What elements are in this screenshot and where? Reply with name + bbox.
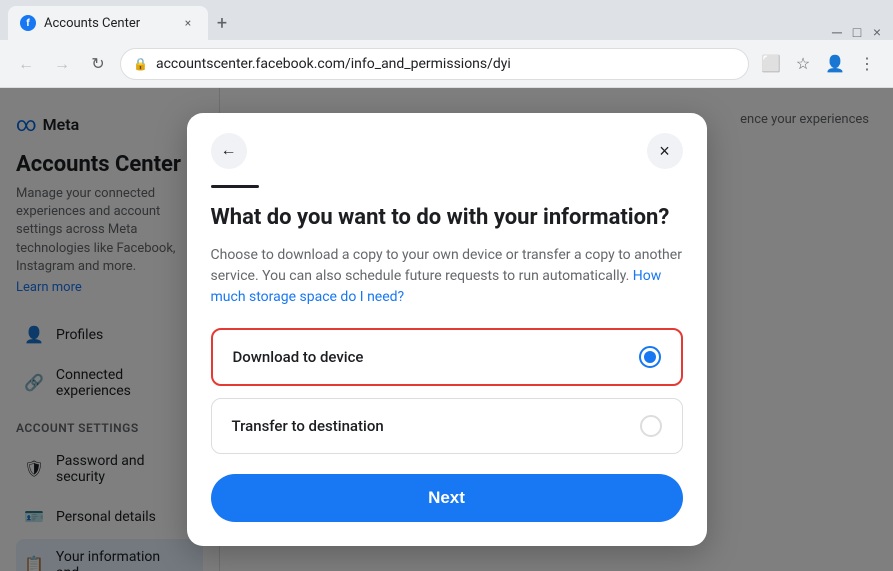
download-radio[interactable] [639, 346, 661, 368]
bookmark-button[interactable]: ☆ [789, 50, 817, 78]
tab-favicon: f [20, 15, 36, 31]
maximize-button[interactable]: □ [849, 24, 865, 40]
minimize-button[interactable]: ─ [829, 24, 845, 40]
refresh-button[interactable]: ↻ [84, 50, 112, 78]
forward-button[interactable]: → [48, 50, 76, 78]
tab-close-button[interactable]: × [180, 15, 196, 31]
transfer-label: Transfer to destination [232, 417, 384, 435]
active-tab[interactable]: f Accounts Center × [8, 6, 208, 40]
address-text: accountscenter.facebook.com/info_and_per… [156, 56, 736, 72]
tab-title: Accounts Center [44, 16, 172, 31]
modal-overlay[interactable]: ← × What do you want to do with your inf… [0, 88, 893, 571]
toolbar-actions: ⬜ ☆ 👤 ⋮ [757, 50, 881, 78]
new-tab-button[interactable]: + [208, 9, 236, 37]
modal-header: ← × [187, 113, 707, 169]
transfer-option[interactable]: Transfer to destination [211, 398, 683, 454]
modal-title: What do you want to do with your informa… [211, 204, 683, 233]
window-controls: ─ □ × [829, 24, 885, 40]
next-button[interactable]: Next [211, 474, 683, 522]
profile-button[interactable]: 👤 [821, 50, 849, 78]
menu-button[interactable]: ⋮ [853, 50, 881, 78]
modal-close-button[interactable]: × [647, 133, 683, 169]
tab-bar: f Accounts Center × + ─ □ × [0, 0, 893, 40]
transfer-radio[interactable] [640, 415, 662, 437]
modal-body: What do you want to do with your informa… [187, 169, 707, 546]
modal-back-button[interactable]: ← [211, 133, 247, 169]
lock-icon: 🔒 [133, 57, 148, 71]
modal-description: Choose to download a copy to your own de… [211, 245, 683, 308]
cast-button[interactable]: ⬜ [757, 50, 785, 78]
address-bar[interactable]: 🔒 accountscenter.facebook.com/info_and_p… [120, 48, 749, 80]
page-content: ∞ Meta Accounts Center Manage your conne… [0, 88, 893, 571]
window-close-button[interactable]: × [869, 24, 885, 40]
download-label: Download to device [233, 348, 364, 366]
browser-frame: f Accounts Center × + ─ □ × ← → ↻ 🔒 acco… [0, 0, 893, 571]
download-option[interactable]: Download to device [211, 328, 683, 386]
toolbar: ← → ↻ 🔒 accountscenter.facebook.com/info… [0, 40, 893, 88]
modal-dialog: ← × What do you want to do with your inf… [187, 113, 707, 546]
back-button[interactable]: ← [12, 50, 40, 78]
modal-divider [211, 185, 259, 188]
